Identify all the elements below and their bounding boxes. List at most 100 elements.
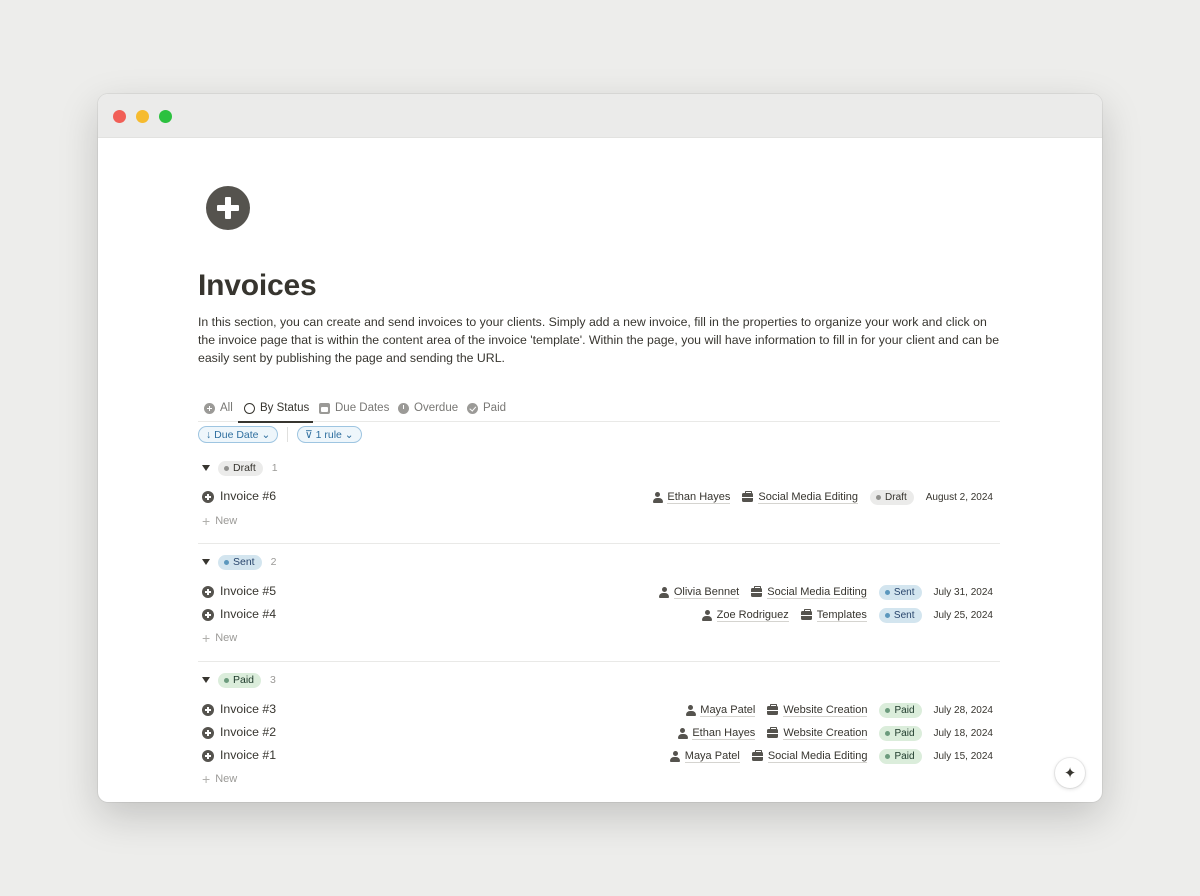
client-property[interactable]: Ethan Hayes	[677, 727, 756, 740]
briefcase-icon	[767, 703, 779, 715]
tab-label: By Status	[260, 402, 310, 414]
status-dot-icon	[224, 465, 229, 471]
page-title[interactable]: Invoices	[198, 269, 317, 303]
table-row[interactable]: Invoice #2 Ethan Hayes Website Creation …	[198, 723, 1000, 743]
new-item-button[interactable]: + New	[202, 514, 237, 528]
project-property[interactable]: Templates	[800, 608, 867, 622]
invoice-name[interactable]: Invoice #5	[220, 584, 276, 598]
page-icon[interactable]	[206, 186, 250, 230]
page-description: In this section, you can create and send…	[198, 315, 1000, 365]
project-property[interactable]: Social Media Editing	[751, 585, 867, 599]
tab-paid[interactable]: Paid	[467, 394, 506, 422]
client-property[interactable]: Ethan Hayes	[652, 490, 731, 504]
status-badge[interactable]: Paid	[879, 748, 922, 764]
person-icon	[677, 727, 688, 739]
status-label: Draft	[885, 491, 907, 503]
due-date[interactable]: July 15, 2024	[934, 751, 994, 762]
caret-down-icon[interactable]	[202, 465, 210, 471]
table-row[interactable]: Invoice #6 Ethan Hayes Social Media Edit…	[198, 487, 1000, 507]
status-badge[interactable]: Sent	[878, 607, 922, 623]
project-property[interactable]: Website Creation	[767, 726, 868, 740]
group-header-paid[interactable]: Paid 3	[198, 672, 276, 688]
due-date[interactable]: July 28, 2024	[934, 705, 994, 716]
project-property[interactable]: Social Media Editing	[742, 490, 859, 504]
client-name: Ethan Hayes	[667, 490, 731, 504]
client-name: Maya Patel	[700, 703, 756, 717]
row-properties: Maya Patel Social Media Editing Paid Jul…	[670, 748, 993, 764]
group-status-label: Sent	[233, 556, 255, 568]
invoice-name[interactable]: Invoice #2	[220, 725, 276, 739]
tab-by-status[interactable]: By Status	[237, 394, 314, 423]
status-badge[interactable]: Draft	[870, 489, 914, 505]
client-property[interactable]: Maya Patel	[685, 703, 756, 717]
group-status-label: Paid	[233, 674, 255, 686]
client-property[interactable]: Zoe Rodriguez	[702, 609, 789, 622]
status-icon	[244, 402, 255, 414]
view-tabs: All By Status Due Dates Overdue Paid	[198, 394, 1000, 423]
status-badge: Draft	[218, 460, 263, 476]
project-property[interactable]: Website Creation	[767, 703, 868, 717]
client-name: Zoe Rodriguez	[716, 608, 789, 622]
status-badge[interactable]: Paid	[879, 725, 922, 741]
zoom-window-button[interactable]	[159, 110, 172, 123]
due-date[interactable]: August 2, 2024	[926, 492, 993, 503]
invoice-name[interactable]: Invoice #1	[220, 748, 276, 762]
tab-due-dates[interactable]: Due Dates	[319, 394, 389, 422]
calendar-icon	[319, 402, 330, 414]
table-row[interactable]: Invoice #1 Maya Patel Social Media Editi…	[198, 746, 1000, 766]
briefcase-icon	[767, 726, 779, 738]
person-icon	[652, 491, 663, 503]
invoice-name[interactable]: Invoice #6	[220, 489, 276, 503]
caret-down-icon[interactable]	[202, 559, 210, 565]
group-count: 3	[270, 674, 276, 686]
invoice-icon	[202, 586, 214, 598]
status-label: Paid	[894, 727, 915, 739]
title-bar	[98, 94, 1102, 138]
status-dot-icon	[224, 559, 229, 565]
table-row[interactable]: Invoice #4 Zoe Rodriguez Templates Sent …	[198, 605, 1000, 625]
close-window-button[interactable]	[113, 110, 126, 123]
filter-bar: ↓ Due Date ⌄ ⊽ 1 rule ⌄	[198, 426, 1000, 444]
client-property[interactable]: Olivia Bennet	[659, 585, 740, 599]
invoice-name[interactable]: Invoice #4	[220, 607, 276, 621]
tab-overdue[interactable]: Overdue	[398, 394, 458, 422]
due-date[interactable]: July 18, 2024	[934, 728, 994, 739]
tab-all[interactable]: All	[204, 394, 233, 422]
group-count: 2	[270, 556, 277, 568]
briefcase-icon	[751, 585, 763, 597]
client-property[interactable]: Maya Patel	[670, 750, 740, 763]
table-row[interactable]: Invoice #3 Maya Patel Website Creation P…	[198, 700, 1000, 720]
row-properties: Ethan Hayes Social Media Editing Draft A…	[652, 489, 993, 505]
project-property[interactable]: Social Media Editing	[751, 749, 868, 763]
due-date[interactable]: July 31, 2024	[934, 587, 994, 598]
person-icon	[659, 586, 670, 598]
check-circle-icon	[467, 402, 478, 414]
sparkle-icon[interactable]: ✦	[1055, 758, 1085, 788]
table-row[interactable]: Invoice #5 Olivia Bennet Social Media Ed…	[198, 582, 1000, 602]
group-header-sent[interactable]: Sent 2	[198, 554, 276, 570]
tab-label: Paid	[483, 402, 507, 414]
new-item-button[interactable]: + New	[202, 631, 237, 645]
minimize-window-button[interactable]	[136, 110, 149, 123]
person-icon	[702, 609, 713, 621]
due-date[interactable]: July 25, 2024	[934, 610, 994, 621]
status-dot-icon	[884, 589, 890, 595]
filter-rule-chip[interactable]: ⊽ 1 rule ⌄	[297, 426, 362, 443]
status-badge[interactable]: Sent	[878, 584, 922, 600]
group-header-draft[interactable]: Draft 1	[198, 460, 278, 476]
new-item-button[interactable]: + New	[202, 772, 237, 786]
invoice-name[interactable]: Invoice #3	[220, 702, 276, 716]
group-divider	[198, 661, 1000, 662]
status-label: Sent	[893, 586, 915, 598]
filter-divider	[287, 427, 288, 442]
status-badge: Paid	[218, 672, 262, 688]
app-window: Invoices In this section, you can create…	[98, 94, 1102, 802]
group-status-label: Draft	[233, 462, 256, 474]
client-name: Olivia Bennet	[673, 585, 740, 599]
caret-down-icon[interactable]	[202, 677, 210, 683]
invoice-icon	[202, 609, 214, 621]
plus-circle-icon	[204, 402, 215, 414]
sort-due-date-chip[interactable]: ↓ Due Date ⌄	[198, 426, 279, 443]
status-dot-icon	[885, 730, 891, 736]
status-badge[interactable]: Paid	[879, 702, 922, 718]
